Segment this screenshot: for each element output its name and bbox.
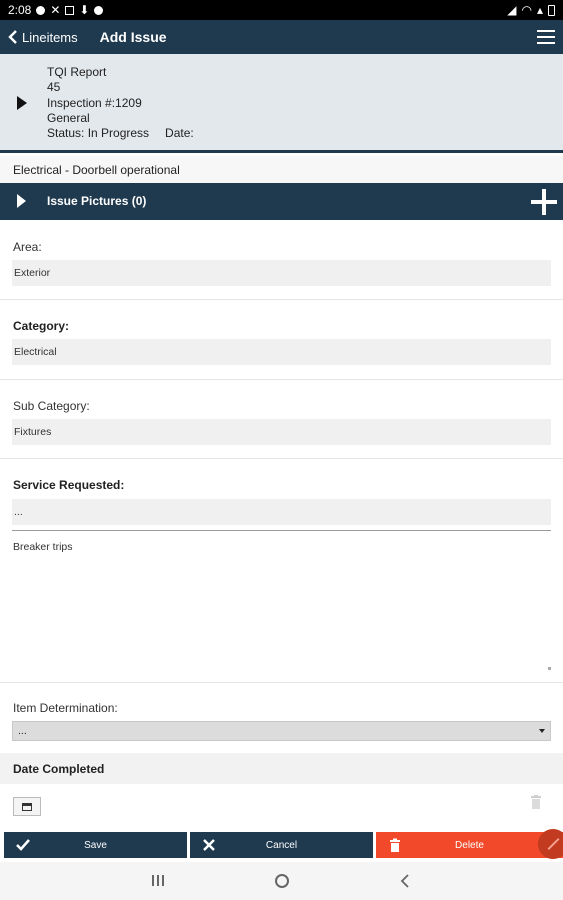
battery-icon (548, 4, 555, 16)
date-completed-label: Date Completed (0, 753, 563, 784)
sub-category-field[interactable]: Fixtures (12, 419, 551, 445)
report-summary[interactable]: TQI Report 45 Inspection #:1209 General … (0, 54, 563, 153)
service-requested-label: Service Requested: (13, 478, 125, 492)
page-title: Add Issue (99, 29, 167, 45)
app-notification-icon (94, 5, 104, 15)
report-type: General (47, 110, 90, 125)
report-name: TQI Report (47, 65, 107, 79)
expand-triangle-icon[interactable] (17, 96, 27, 110)
calendar-icon (22, 803, 32, 811)
dropdown-arrow-icon (539, 729, 545, 733)
inspection-number: Inspection #:1209 (47, 95, 142, 110)
trash-icon (390, 838, 400, 852)
home-icon[interactable] (275, 874, 289, 888)
delete-button[interactable]: Delete (376, 832, 563, 858)
service-notes-text: Breaker trips (13, 541, 73, 553)
trash-icon[interactable] (530, 795, 542, 809)
add-picture-icon[interactable] (529, 187, 559, 217)
area-field[interactable]: Exterior (12, 260, 551, 286)
calendar-button[interactable] (13, 797, 41, 816)
wifi-icon: ◠ (521, 3, 532, 17)
report-number: 45 (47, 80, 61, 95)
save-label: Save (84, 839, 107, 851)
issue-pictures-bar[interactable]: Issue Pictures (0) (0, 183, 563, 220)
missed-call-icon: ✕ (50, 3, 61, 17)
cancel-label: Cancel (265, 839, 298, 851)
divider (0, 458, 563, 459)
download-icon: ⬇ (79, 3, 90, 17)
back-nav-icon[interactable] (398, 874, 412, 888)
pencil-icon (547, 837, 560, 851)
cancel-button[interactable]: Cancel (190, 832, 373, 858)
image-icon (65, 5, 75, 15)
action-bar: Save Cancel Delete (0, 832, 563, 859)
back-label: Lineitems (22, 29, 78, 45)
expand-triangle-icon[interactable] (17, 194, 26, 208)
app-bar: Lineitems Add Issue (0, 20, 563, 54)
resize-handle[interactable] (548, 667, 551, 670)
recents-icon[interactable] (152, 875, 164, 886)
area-label: Area: (13, 240, 42, 254)
item-determination-label: Item Determination: (13, 701, 118, 715)
system-status-bar: 2:08 ✕ ⬇ ◢ ◠ ▴ (0, 0, 563, 20)
category-label: Category: (13, 319, 70, 333)
divider (0, 299, 563, 300)
system-nav-bar (0, 862, 563, 900)
save-button[interactable]: Save (4, 832, 187, 858)
checkmark-icon (16, 839, 30, 851)
category-field[interactable]: Electrical (12, 339, 551, 365)
issue-title: Electrical - Doorbell operational (0, 156, 563, 183)
item-determination-select[interactable]: ... (12, 721, 551, 741)
signal-icon: ◢ (507, 3, 517, 17)
report-status: Status: In Progress (47, 126, 150, 141)
close-icon (203, 839, 215, 851)
item-determination-value: ... (18, 725, 27, 737)
service-notes-textarea[interactable]: Breaker trips (12, 530, 551, 670)
cell-signal-icon: ▴ (536, 3, 543, 17)
issue-pictures-label: Issue Pictures (0) (47, 194, 147, 208)
chevron-left-icon (8, 30, 17, 44)
sub-category-label: Sub Category: (13, 399, 90, 413)
back-button[interactable]: Lineitems (0, 30, 78, 45)
service-requested-field[interactable]: ... (12, 499, 551, 525)
divider (0, 682, 563, 683)
hamburger-menu-icon[interactable] (537, 30, 555, 44)
notification-icon (36, 5, 46, 15)
clock: 2:08 (8, 3, 32, 17)
report-date-label: Date: (165, 126, 194, 141)
divider (0, 379, 563, 380)
edit-pencil-button[interactable] (538, 829, 563, 859)
delete-label: Delete (455, 839, 484, 851)
